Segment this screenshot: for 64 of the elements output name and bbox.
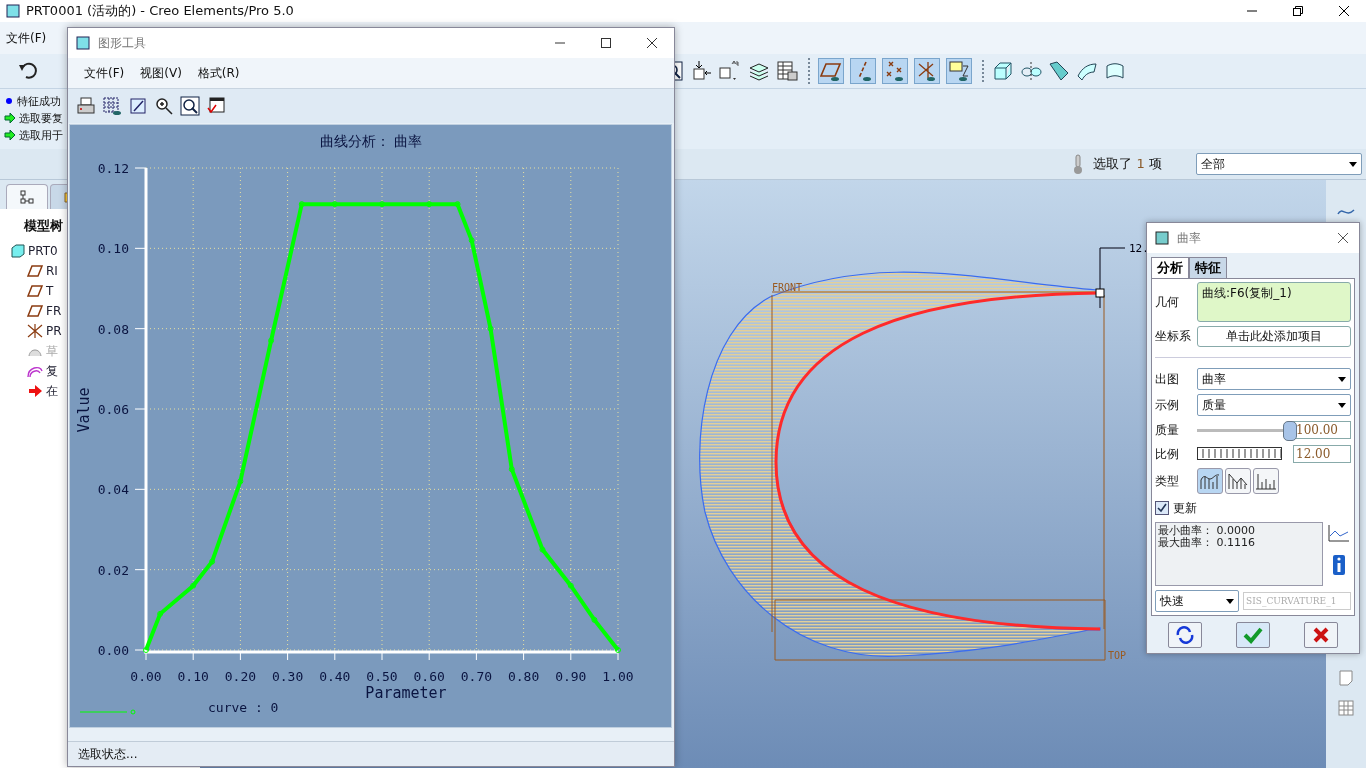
geometry-collector[interactable]: 曲线:F6(复制_1) [1197,282,1351,322]
window-title: 图形工具 [98,34,146,52]
x-tick-label: 0.90 [555,669,587,684]
field-label: 坐标系 [1155,328,1192,345]
field-label: 几何 [1155,293,1180,311]
scale-field[interactable]: 12.00 [1293,445,1351,463]
x-tick-label: 0.20 [224,669,257,684]
message-text: 选取用于 [19,127,63,143]
x-axis-label: Parameter [365,684,447,702]
y-tick-label: 0.00 [97,643,129,658]
tab[interactable]: 分析 [1151,257,1189,278]
example-dropdown[interactable]: 质量 [1197,394,1351,416]
menu-item[interactable]: 文件(F) [84,64,125,82]
tree-item[interactable]: T [10,281,54,301]
x-tick-label: 0.40 [319,669,351,684]
field-label: 类型 [1155,472,1180,490]
plot-dropdown[interactable]: 曲率 [1197,368,1351,390]
x-tick-label: 0.30 [271,669,304,684]
tree-item[interactable]: RI [10,261,58,281]
y-axis-label: Value [75,387,93,433]
checkbox-label: 更新 [1173,499,1197,517]
tree-item[interactable]: 复 [10,361,58,381]
tab[interactable]: 特征 [1189,257,1227,278]
mode-dropdown[interactable]: 快速 [1155,590,1239,612]
plane-label: TOP [1108,650,1127,661]
y-tick-label: 0.12 [97,161,129,176]
x-tick-label: 0.00 [130,669,162,684]
x-tick-label: 0.10 [177,669,209,684]
window-title: PRT0001 (活动的) - Creo Elements/Pro 5.0 [26,2,294,20]
quality-field[interactable]: 100.00 [1293,421,1351,439]
filter-dropdown[interactable]: 全部 [1196,153,1362,175]
dimension-label: 12. [1129,242,1149,255]
field-label: 示例 [1155,396,1180,414]
y-tick-label: 0.04 [97,482,129,498]
tree-item[interactable]: PRT0 [10,241,58,261]
chart-title: 曲线分析： 曲率 [319,133,423,149]
x-tick-label: 1.00 [602,669,634,684]
csys-collector[interactable]: 单击此处添加项目 [1197,326,1351,347]
x-tick-label: 0.80 [507,669,540,684]
selection-count: 选取了 1 项 [1093,155,1162,173]
y-tick-label: 0.02 [97,562,129,578]
field-label: 质量 [1155,421,1180,439]
tree-item[interactable]: FR [10,301,62,321]
field-label: 比例 [1155,445,1180,463]
plane-label: FRONT [772,282,803,293]
y-tick-label: 0.10 [97,241,129,257]
status-bar: 选取状态... [68,741,674,766]
x-tick-label: 0.60 [413,669,445,684]
y-tick-label: 0.08 [97,321,129,337]
results-box: 最小曲率： 0.0000 最大曲率： 0.1116 [1155,522,1323,586]
message-text: 特征成功 [17,93,61,109]
menu-item[interactable]: 文件(F) [6,29,47,47]
message-text: 选取要复 [19,110,63,126]
x-tick-label: 0.70 [460,669,493,684]
y-tick-label: 0.06 [97,402,129,417]
field-label: 出图 [1155,370,1180,388]
tree-item[interactable]: PR [10,321,62,341]
tree-item[interactable]: 在 [10,381,58,401]
x-tick-label: 0.50 [366,669,398,684]
menu-item[interactable]: 格式(R) [197,64,240,82]
panel-heading: 模型树 [22,217,64,235]
dialog-title: 曲率 [1177,229,1201,247]
menu-item[interactable]: 视图(V) [140,64,182,82]
legend-label: curve : 0 [208,700,279,715]
